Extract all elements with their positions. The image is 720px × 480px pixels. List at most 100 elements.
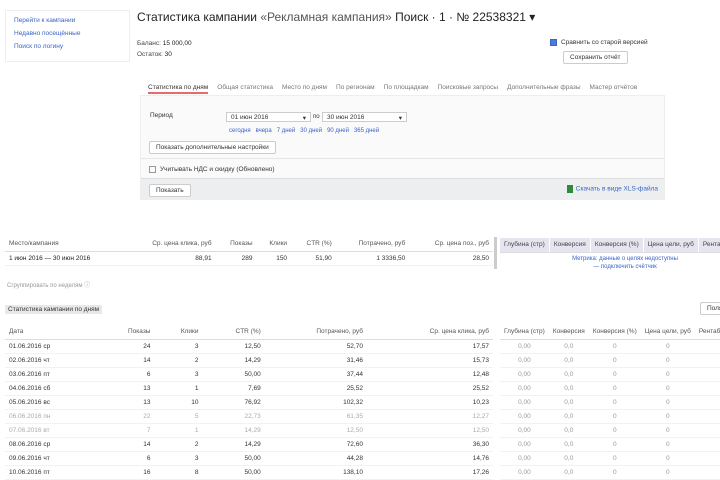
table-row: 0,00 0,0 0 0 (500, 395, 720, 410)
quick-period-link[interactable]: вчера (256, 128, 272, 134)
col-header[interactable]: Ср. цена клика, руб (125, 237, 216, 252)
cell: 0,0 (548, 381, 589, 396)
quick-period-link[interactable]: 7 дней (277, 128, 296, 134)
col-header[interactable]: Глубина (стр) (500, 325, 549, 340)
cell: 24 (97, 339, 155, 354)
group-note[interactable]: Сгруппировать по неделям ⓘ (7, 280, 90, 289)
cell: 0 (640, 423, 695, 438)
cell: 07.06.2016 вт (5, 423, 98, 438)
tabs: Статистика по дням Общая статистика Мест… (148, 84, 637, 94)
col-header[interactable]: Показы (97, 325, 155, 340)
cell: 1 июн 2016 — 30 июн 2016 (5, 251, 126, 266)
campaign-link[interactable]: «Рекламная кампания» (260, 10, 391, 24)
cell: 138,10 (264, 465, 367, 480)
period-label: Период (150, 112, 173, 119)
filter-actions-bar: Показать Скачать в виде XLS-файла (141, 178, 664, 200)
sidebar-link[interactable]: Перейти к кампании (14, 17, 121, 24)
fields-button[interactable]: Поля (700, 302, 720, 315)
tab[interactable]: Дополнительные фразы (507, 84, 580, 94)
scroll-handle[interactable] (494, 237, 497, 269)
show-button[interactable]: Показать (149, 184, 191, 197)
cell: 17,57 (366, 339, 493, 354)
cell: 14,29 (202, 353, 265, 368)
compare-label: Сравнить со старой версией (561, 39, 648, 47)
col-header[interactable]: Потрачено, руб (335, 237, 410, 252)
col-header[interactable]: Клики (256, 237, 292, 252)
cell: 88,91 (125, 251, 216, 266)
metrika-link[interactable]: Метрика: данные о целях недоступны — под… (570, 255, 680, 271)
col-header[interactable]: Клики (154, 325, 203, 340)
cell: 3 (154, 451, 203, 466)
cell (694, 423, 720, 438)
campaign-suffix[interactable]: Поиск · 1 · № 22538321 ▾ (395, 10, 535, 24)
date-to-select[interactable]: 30 июн 2016 ▾ (322, 112, 407, 122)
checkbox-icon[interactable] (550, 39, 557, 46)
sidebar-link[interactable]: Поиск по логину (14, 43, 121, 50)
cell: 12,50 (264, 423, 367, 438)
tab[interactable]: Общая статистика (217, 84, 273, 94)
col-header[interactable]: CTR (%) (202, 325, 265, 340)
table-row: 04.06.2016 сб 13 1 7,69 25,52 25,52 (5, 381, 493, 396)
cell: 0 (640, 409, 695, 424)
vat-checkbox[interactable]: Учитывать НДС и скидку (Обновлено) (149, 166, 275, 173)
excel-download[interactable]: Скачать в виде XLS-файла (566, 185, 658, 193)
save-report-button[interactable]: Сохранить отчёт (563, 51, 628, 64)
sidebar-link[interactable]: Недавно посещённые (14, 30, 121, 37)
tab[interactable]: Статистика по дням (148, 84, 209, 94)
more-settings-button[interactable]: Показать дополнительные настройки (149, 141, 276, 154)
tab[interactable]: Место по дням (282, 84, 327, 94)
cell: 76,92 (202, 395, 265, 410)
cell: 22,73 (202, 409, 265, 424)
cell: 14 (97, 437, 155, 452)
col-header: Конверсия (%) (590, 238, 644, 253)
cell: 0 (640, 367, 695, 382)
cell: 7 (97, 423, 155, 438)
quick-period-link[interactable]: 30 дней (300, 128, 322, 134)
col-header[interactable]: Конверсия (548, 325, 589, 340)
cell: 1 3336,50 (335, 251, 410, 266)
date-from-select[interactable]: 01 июн 2016 ▾ (226, 112, 311, 122)
col-header[interactable]: Дата (5, 325, 98, 340)
col-header[interactable]: Цена цели, руб (640, 325, 695, 340)
col-header[interactable]: CTR (%) (291, 237, 336, 252)
cell: 37,44 (264, 367, 367, 382)
quick-period-link[interactable]: 365 дней (354, 128, 379, 134)
table-row: 01.06.2016 ср 24 3 12,50 52,70 17,57 (5, 339, 493, 354)
excel-link[interactable]: Скачать в виде XLS-файла (576, 186, 658, 193)
cell: 0 (588, 423, 641, 438)
col-header[interactable]: Конверсия (%) (588, 325, 641, 340)
checkbox-icon[interactable] (149, 166, 156, 173)
cell: 0,0 (548, 353, 589, 368)
cell (694, 437, 720, 452)
table-row: 09.06.2016 чт 6 3 50,00 44,28 14,76 (5, 451, 493, 466)
compare-checkbox[interactable]: Сравнить со старой версией (550, 39, 648, 46)
table-row: 0,00 0,0 0 0 (500, 423, 720, 438)
tab[interactable]: Поисковые запросы (438, 84, 499, 94)
tab[interactable]: По регионам (336, 84, 375, 94)
col-header[interactable]: Ср. цена клика, руб (366, 325, 493, 340)
cell: 0,00 (500, 395, 549, 410)
excel-icon (566, 185, 573, 193)
col-header[interactable]: Рентабельность (694, 325, 720, 340)
cell: 36,30 (366, 437, 493, 452)
cell: 12,27 (366, 409, 493, 424)
cell: 0,00 (500, 451, 549, 466)
quick-period-link[interactable]: сегодня (229, 128, 251, 134)
col-header[interactable]: Потрачено, руб (264, 325, 367, 340)
balance-line: Баланс: 15 000,00 (137, 40, 192, 47)
col-header[interactable]: Место/кампания (5, 237, 126, 252)
date-from-value: 01 июн 2016 (231, 114, 269, 121)
col-header[interactable]: Ср. цена поз., руб (409, 237, 493, 252)
cell: 0,0 (548, 339, 589, 354)
quick-period-link[interactable]: 90 дней (327, 128, 349, 134)
cell: 05.06.2016 вс (5, 395, 98, 410)
table-row: 05.06.2016 вс 13 10 76,92 102,32 10,23 (5, 395, 493, 410)
quick-periods: сегодня вчера 7 дней 30 дней 90 дней 365… (229, 128, 379, 134)
cell (694, 353, 720, 368)
tab[interactable]: Мастер отчётов (590, 84, 638, 94)
cell (694, 367, 720, 382)
col-header[interactable]: Показы (215, 237, 257, 252)
cell (694, 451, 720, 466)
table-row: 02.06.2016 чт 14 2 14,29 31,46 15,73 (5, 353, 493, 368)
tab[interactable]: По площадкам (384, 84, 429, 94)
